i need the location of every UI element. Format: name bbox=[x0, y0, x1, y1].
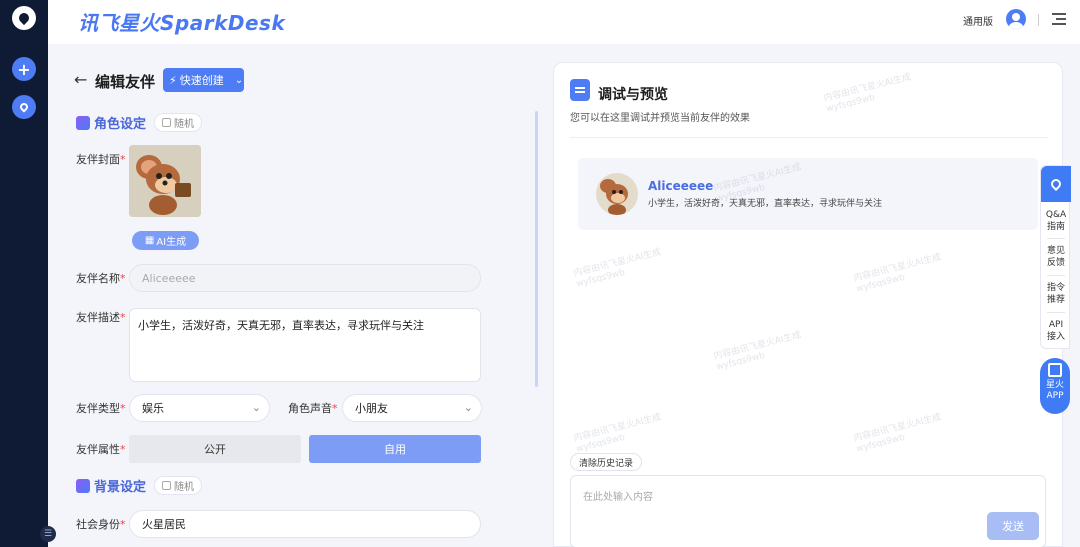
prompt-recommend-link[interactable]: 指令 推荐 bbox=[1041, 282, 1071, 306]
chevron-down-icon: ⌄ bbox=[463, 401, 473, 414]
chevron-down-icon: ⌄ bbox=[251, 401, 261, 414]
description-field[interactable]: 小学生，活泼好奇，天真无邪，直率表达，寻求玩伴与关注 bbox=[129, 308, 481, 382]
watermark: 内容由讯飞星火AI生成 wyfsqs9wb bbox=[712, 330, 803, 373]
back-arrow-icon[interactable]: ← bbox=[74, 70, 87, 89]
divider bbox=[1047, 238, 1065, 239]
cube-icon bbox=[162, 118, 171, 127]
role-section-label: 角色设定 bbox=[94, 117, 147, 132]
voice-value: 小朋友 bbox=[355, 402, 388, 415]
watermark: 内容由讯飞星火AI生成 wyfsqs9wb bbox=[572, 247, 663, 290]
random-role-button[interactable]: 随机 bbox=[154, 113, 202, 132]
attr-public-option[interactable]: 公开 bbox=[129, 435, 301, 463]
page-title: 编辑友伴 bbox=[95, 73, 156, 91]
type-label: 友伴类型* bbox=[76, 402, 126, 415]
random-label: 随机 bbox=[174, 482, 194, 493]
edition-label[interactable]: 通用版 bbox=[963, 13, 993, 28]
name-field[interactable]: Aliceeeee bbox=[129, 264, 481, 292]
feedback-link[interactable]: 意见 反馈 bbox=[1041, 245, 1071, 269]
preview-panel: 调试与预览 您可以在这里调试并预览当前友伴的效果 Aliceeeee 小学生，活… bbox=[553, 62, 1063, 547]
voice-select[interactable]: 小朋友 ⌄ bbox=[342, 394, 482, 422]
divider bbox=[1038, 14, 1039, 26]
type-value: 娱乐 bbox=[142, 402, 164, 415]
background-section-label: 背景设定 bbox=[94, 480, 147, 495]
random-label: 随机 bbox=[174, 119, 194, 130]
spark-app-label: 星火 APP bbox=[1045, 380, 1064, 401]
identity-label: 社会身份* bbox=[76, 518, 126, 531]
top-bar: 讯飞星火SparkDesk 通用版 bbox=[48, 0, 1080, 44]
ai-generate-label: AI生成 bbox=[156, 237, 187, 248]
background-section-icon bbox=[76, 478, 90, 493]
spark-app-download[interactable]: 星火 APP bbox=[1040, 358, 1070, 414]
attr-private-option[interactable]: 自用 bbox=[309, 435, 481, 463]
lightning-icon: ⚡ bbox=[169, 73, 177, 87]
companion-cover-image[interactable] bbox=[129, 145, 201, 217]
companion-avatar bbox=[596, 173, 638, 215]
floating-toolbar: Q&A 指南 意见 反馈 指令 推荐 API 接入 bbox=[1040, 165, 1071, 349]
qa-guide-link[interactable]: Q&A 指南 bbox=[1041, 209, 1071, 233]
watermark: 内容由讯飞星火AI生成 wyfsqs9wb bbox=[572, 412, 663, 455]
chevron-down-icon: ⌄ bbox=[234, 74, 244, 86]
divider bbox=[570, 137, 1048, 138]
watermark: 内容由讯飞星火AI生成 wyfsqs9wb bbox=[852, 412, 943, 455]
app-logo-icon[interactable] bbox=[12, 6, 36, 30]
menu-icon[interactable] bbox=[1052, 13, 1066, 25]
voice-label: 角色声音* bbox=[288, 402, 338, 415]
divider bbox=[1047, 275, 1065, 276]
role-section-heading: 角色设定 bbox=[76, 113, 146, 132]
brand-logo: 讯飞星火SparkDesk bbox=[78, 11, 286, 35]
companion-name: Aliceeeee bbox=[648, 179, 714, 193]
qr-code-icon bbox=[1048, 363, 1062, 377]
companion-card: Aliceeeee 小学生，活泼好奇，天真无邪，直率表达，寻求玩伴与关注 bbox=[578, 158, 1038, 230]
scrollbar[interactable] bbox=[535, 111, 538, 387]
preview-title: 调试与预览 bbox=[598, 87, 668, 103]
api-access-link[interactable]: API 接入 bbox=[1041, 319, 1071, 343]
watermark: 内容由讯飞星火AI生成 wyfsqs9wb bbox=[822, 72, 913, 115]
preview-doc-icon bbox=[570, 79, 590, 101]
ai-generate-button[interactable]: ▦ AI生成 bbox=[132, 231, 199, 250]
left-rail: + ☰ bbox=[0, 0, 56, 547]
watermark: 内容由讯飞星火AI生成 wyfsqs9wb bbox=[852, 252, 943, 295]
random-background-button[interactable]: 随机 bbox=[154, 476, 202, 495]
chat-input-placeholder: 在此处输入内容 bbox=[583, 492, 653, 503]
cover-label: 友伴封面* bbox=[76, 153, 126, 166]
quick-create-dropdown[interactable]: ⚡ 快速创建 ⌄ bbox=[163, 68, 244, 92]
name-label: 友伴名称* bbox=[76, 272, 126, 285]
new-chat-plus-icon[interactable]: + bbox=[12, 57, 36, 81]
cube-icon bbox=[162, 481, 171, 490]
identity-field[interactable]: 火星居民 bbox=[129, 510, 481, 538]
background-section-heading: 背景设定 bbox=[76, 476, 146, 495]
spark-drop-icon[interactable] bbox=[12, 95, 36, 119]
desc-label: 友伴描述* bbox=[76, 311, 126, 324]
clear-history-button[interactable]: 清除历史记录 bbox=[570, 453, 643, 471]
grid-icon: ▦ bbox=[144, 235, 155, 246]
companion-description: 小学生，活泼好奇，天真无邪，直率表达，寻求玩伴与关注 bbox=[648, 199, 883, 209]
chat-input[interactable]: 在此处输入内容 发送 bbox=[570, 475, 1046, 547]
send-button[interactable]: 发送 bbox=[987, 512, 1039, 540]
user-avatar-icon[interactable] bbox=[1006, 9, 1026, 29]
quick-create-label: 快速创建 bbox=[179, 74, 224, 87]
role-section-icon bbox=[76, 115, 90, 130]
attr-label: 友伴属性* bbox=[76, 443, 126, 456]
preview-subtitle: 您可以在这里调试并预览当前友伴的效果 bbox=[570, 113, 750, 124]
type-select[interactable]: 娱乐 ⌄ bbox=[129, 394, 270, 422]
editor-panel: ← 编辑友伴 ⚡ 快速创建 ⌄ 角色设定 随机 友伴封面* ▦ AI生成 友伴名… bbox=[48, 44, 548, 547]
divider bbox=[1047, 312, 1065, 313]
spark-assistant-icon[interactable] bbox=[1041, 166, 1071, 202]
